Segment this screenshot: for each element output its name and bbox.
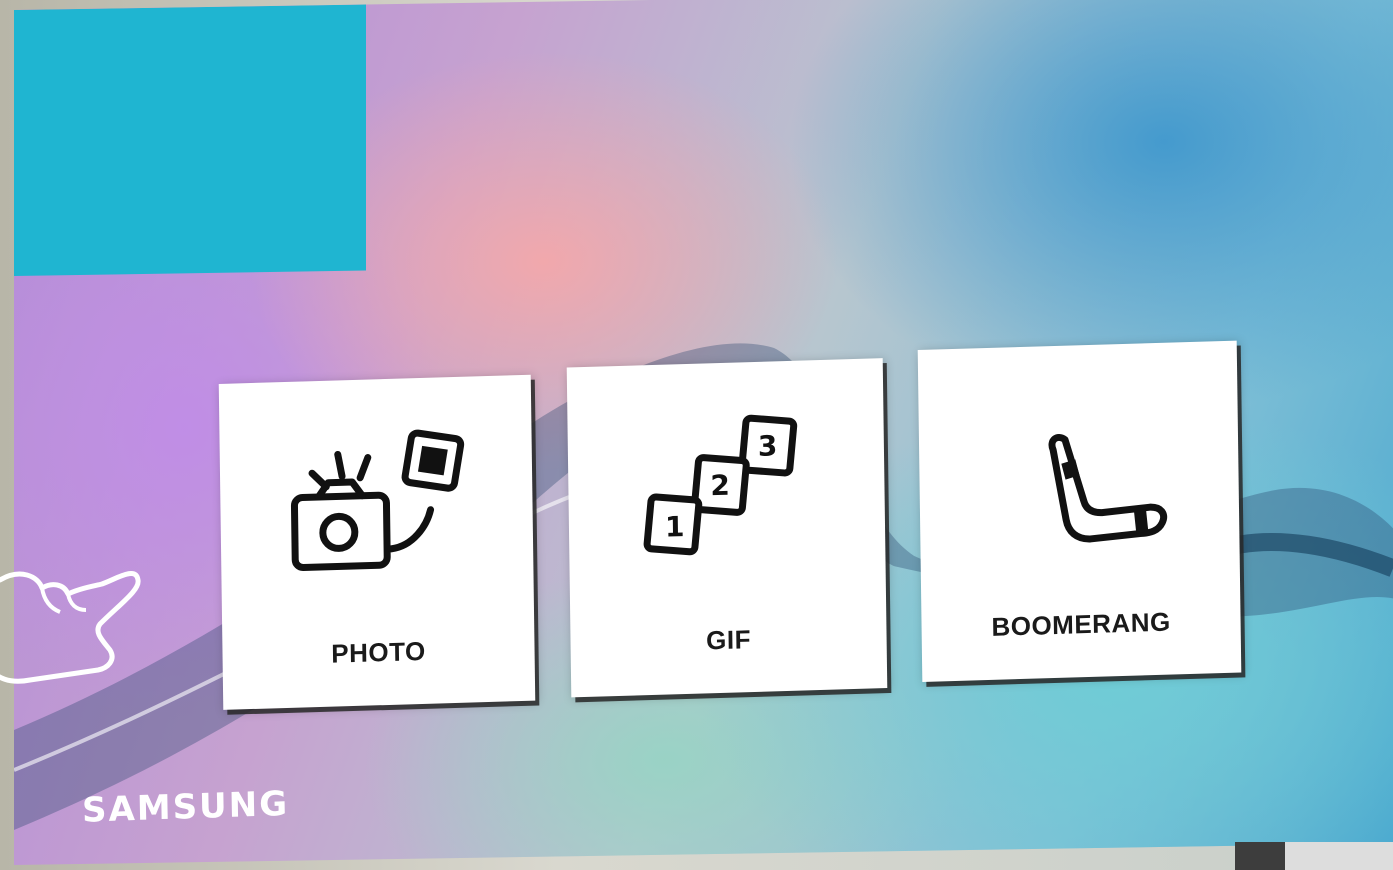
- device-edge-light: [1285, 842, 1393, 870]
- kiosk-screen: PHOTO 3 2 1 GIF BOOMERANG SAMSUNG: [14, 0, 1393, 866]
- gif-frame-2: 2: [710, 469, 730, 503]
- samsung-logo: SAMSUNG: [81, 783, 290, 831]
- numbered-frames-icon: 3 2 1: [643, 414, 798, 556]
- boomerang-icon: [1048, 434, 1168, 543]
- device-edge-dark: [1235, 842, 1285, 870]
- gif-option-label: GIF: [705, 624, 752, 656]
- photo-option-label: PHOTO: [331, 635, 426, 669]
- cyan-panel: [14, 4, 366, 277]
- boomerang-option-button[interactable]: BOOMERANG: [917, 340, 1242, 682]
- gif-frame-3: 3: [758, 429, 778, 463]
- boomerang-option-label: BOOMERANG: [991, 606, 1171, 642]
- camera-photo-icon: [290, 429, 465, 571]
- gif-frame-1: 1: [665, 510, 685, 544]
- photo-option-button[interactable]: PHOTO: [218, 374, 536, 710]
- pointing-hand-icon: [0, 571, 141, 684]
- gif-option-button[interactable]: 3 2 1 GIF: [566, 358, 888, 698]
